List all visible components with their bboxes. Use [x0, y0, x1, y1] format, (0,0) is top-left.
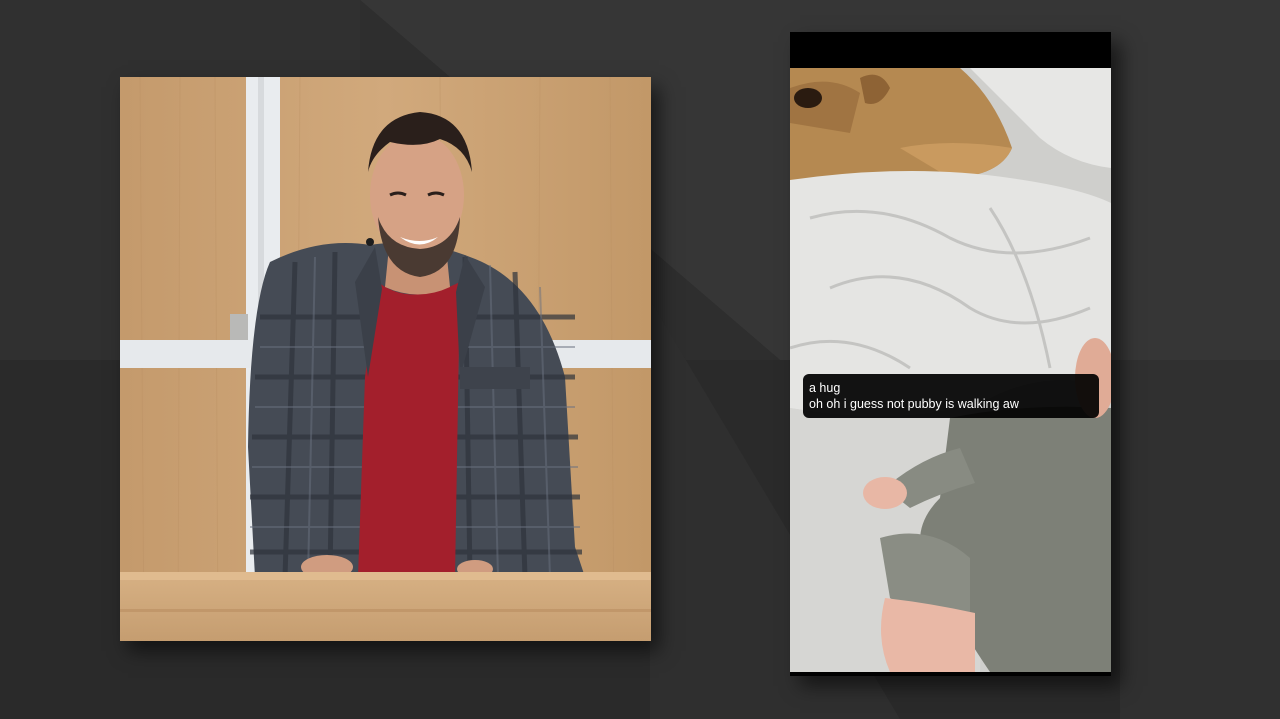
caption-line-2: oh oh i guess not pubby is walking aw: [809, 397, 1019, 411]
presentation-stage: a hug oh oh i guess not pubby is walking…: [0, 0, 1280, 719]
live-video-frame: a hug oh oh i guess not pubby is walking…: [790, 68, 1111, 672]
speaker-image: [120, 77, 651, 641]
live-caption-box: a hug oh oh i guess not pubby is walking…: [803, 374, 1099, 418]
caption-line-1: a hug: [809, 381, 841, 395]
phone-demo-screen: a hug oh oh i guess not pubby is walking…: [790, 32, 1111, 676]
speaker-video-feed: [120, 77, 651, 641]
baby-and-dog-image: [790, 68, 1111, 672]
